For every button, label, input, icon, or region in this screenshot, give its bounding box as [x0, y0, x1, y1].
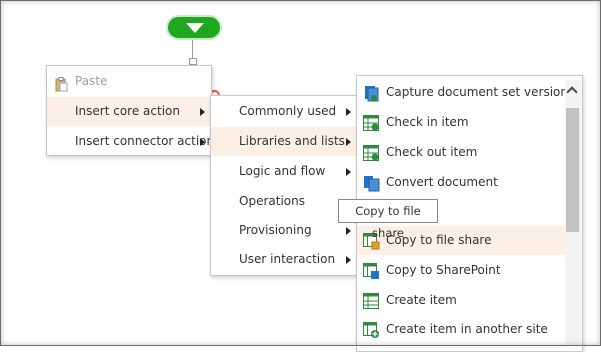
submenu-item-libraries-and-lists[interactable]: Libraries and lists [211, 127, 359, 156]
insert-core-action-item[interactable]: Insert core action [47, 97, 211, 126]
action-create-item[interactable]: Create item [357, 286, 566, 315]
action-copy-to-sharepoint[interactable]: Copy to SharePoint [357, 256, 566, 285]
submenu-item-logic-and-flow[interactable]: Logic and flow [211, 157, 359, 186]
action-convert-document[interactable]: Convert document [357, 168, 566, 197]
action-check-in-item[interactable]: Check in item [357, 108, 566, 137]
action-label: Check out item [386, 145, 478, 159]
paste-menu-item[interactable]: Paste [47, 67, 211, 96]
action-create-item-in-another-site[interactable]: Create item in another site [357, 315, 566, 344]
connector-drop-point[interactable] [189, 58, 197, 65]
list-item-icon [363, 144, 380, 161]
paste-label: Paste [75, 74, 108, 88]
context-menu: Paste Insert core action Insert connecto… [46, 65, 215, 156]
submenu-item-label: Commonly used [239, 104, 337, 118]
submenu-item-label: Operations [239, 194, 305, 208]
insert-connector-action-label: Insert connector action [75, 134, 215, 148]
submenu-item-label: Libraries and lists [239, 134, 345, 148]
workflow-connector [192, 40, 193, 59]
action-label: Create item [386, 293, 457, 307]
submenu-item-label: Provisioning [239, 223, 312, 237]
insert-connector-action-item[interactable]: Insert connector action [47, 127, 215, 156]
workflow-start-node[interactable] [166, 15, 222, 40]
submenu-arrow-icon [200, 138, 205, 146]
insert-core-action-label: Insert core action [75, 104, 180, 118]
list-item-icon [363, 292, 380, 309]
document-set-icon [363, 84, 380, 102]
submenu-item-label: User interaction [239, 252, 336, 266]
action-label: Capture document set version [386, 85, 568, 99]
action-check-out-item[interactable]: Check out item [357, 138, 566, 167]
submenu-arrow-icon [346, 256, 351, 264]
submenu-arrow-icon [200, 108, 205, 116]
document-convert-icon [363, 174, 380, 192]
submenu-arrow-icon [346, 168, 351, 176]
action-label: Convert document [386, 175, 498, 189]
list-copy-icon [363, 262, 380, 279]
action-label: Create item in another site [386, 322, 548, 336]
submenu-arrow-icon [346, 108, 351, 116]
action-label: Copy to SharePoint [386, 263, 501, 277]
core-action-submenu: Commonly used Libraries and lists Logic … [210, 95, 360, 276]
action-label: Check in item [386, 115, 469, 129]
submenu-item-label: Logic and flow [239, 164, 326, 178]
list-add-icon [363, 321, 380, 338]
tooltip: Copy to file share [338, 199, 438, 240]
action-capture-document-set-version[interactable]: Capture document set version [357, 78, 568, 107]
submenu-item-operations[interactable]: Operations [211, 187, 359, 216]
scrollbar-thumb[interactable] [566, 108, 579, 232]
submenu-item-user-interaction[interactable]: User interaction [211, 245, 359, 274]
submenu-arrow-icon [346, 227, 351, 235]
down-triangle-icon [186, 23, 204, 33]
paste-icon [55, 74, 68, 92]
submenu-item-provisioning[interactable]: Provisioning [211, 216, 359, 245]
submenu-item-commonly-used[interactable]: Commonly used [211, 97, 359, 126]
submenu-arrow-icon [346, 138, 351, 146]
list-item-icon [363, 114, 380, 131]
